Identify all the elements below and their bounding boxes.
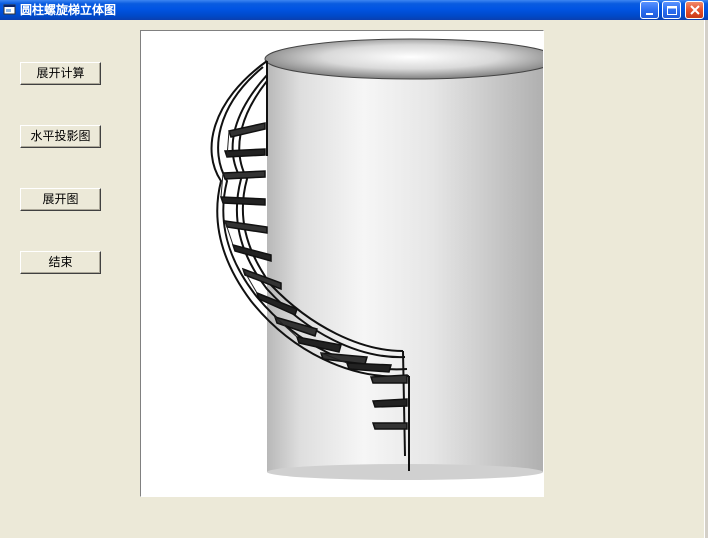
close-icon bbox=[690, 5, 700, 15]
unfold-view-button[interactable]: 展开图 bbox=[20, 188, 101, 211]
close-button[interactable] bbox=[685, 1, 704, 19]
title-bar[interactable]: 圆柱螺旋梯立体图 bbox=[0, 0, 708, 20]
unfold-calc-button[interactable]: 展开计算 bbox=[20, 62, 101, 85]
maximize-button[interactable] bbox=[662, 1, 681, 19]
app-icon bbox=[3, 4, 16, 15]
maximize-icon bbox=[667, 6, 677, 15]
window-right-edge bbox=[704, 20, 708, 538]
finish-button[interactable]: 结束 bbox=[20, 251, 101, 274]
cylinder-top bbox=[264, 38, 543, 80]
minimize-button[interactable] bbox=[640, 1, 659, 19]
staircase-picture bbox=[140, 30, 544, 497]
spiral-staircase-drawing bbox=[210, 38, 543, 480]
window-title: 圆柱螺旋梯立体图 bbox=[20, 3, 117, 17]
plan-view-button[interactable]: 水平投影图 bbox=[20, 125, 101, 148]
minimize-icon bbox=[646, 13, 653, 15]
